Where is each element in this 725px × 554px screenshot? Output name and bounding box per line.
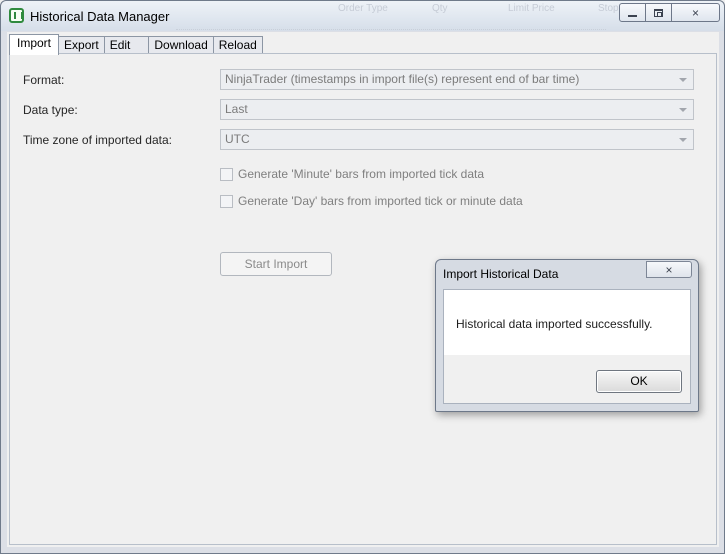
dialog-close-button[interactable]: ×: [646, 261, 692, 278]
time-zone-select[interactable]: UTC: [220, 129, 694, 150]
format-select[interactable]: NinjaTrader (timestamps in import file(s…: [220, 69, 694, 90]
import-historical-data-dialog: Import Historical Data × Historical data…: [435, 259, 699, 412]
checkbox-box[interactable]: [220, 167, 233, 181]
close-button[interactable]: ×: [671, 3, 720, 22]
ninjatrader-app-icon: [9, 8, 24, 23]
dialog-message-area: Historical data imported successfully.: [444, 290, 690, 355]
data-type-label: Data type:: [23, 103, 78, 117]
time-zone-value: UTC: [225, 132, 250, 146]
chevron-down-icon: [679, 108, 687, 112]
start-import-button[interactable]: Start Import: [220, 252, 332, 276]
background-header-order-type: Order Type: [338, 3, 388, 14]
generate-minute-bars-checkbox[interactable]: Generate 'Minute' bars from imported tic…: [220, 167, 484, 181]
restore-button[interactable]: [645, 3, 672, 22]
ok-button[interactable]: OK: [596, 370, 682, 393]
background-row: [176, 22, 606, 30]
tab-export[interactable]: Export: [58, 36, 105, 54]
window-title: Historical Data Manager: [30, 9, 170, 24]
background-header-limit-price: Limit Price: [508, 3, 555, 14]
tab-import[interactable]: Import: [9, 34, 60, 55]
restore-icon: [654, 8, 663, 17]
minimize-button[interactable]: [619, 3, 646, 22]
minimize-icon: [628, 14, 637, 17]
tab-reload[interactable]: Reload: [212, 36, 263, 54]
tab-edit[interactable]: Edit: [103, 36, 150, 54]
generate-day-bars-checkbox[interactable]: Generate 'Day' bars from imported tick o…: [220, 194, 523, 208]
dialog-title: Import Historical Data: [443, 267, 559, 281]
title-bar[interactable]: Historical Data Manager Order Type Qty L…: [1, 1, 724, 31]
time-zone-label: Time zone of imported data:: [23, 133, 172, 147]
chevron-down-icon: [679, 138, 687, 142]
close-icon: ×: [665, 262, 673, 277]
generate-minute-bars-label: Generate 'Minute' bars from imported tic…: [238, 167, 485, 181]
dialog-body: Historical data imported successfully. O…: [443, 289, 691, 404]
data-type-select[interactable]: Last: [220, 99, 694, 120]
format-value: NinjaTrader (timestamps in import file(s…: [225, 72, 580, 86]
dialog-message: Historical data imported successfully.: [456, 317, 653, 331]
tab-strip: Import Export Edit Download Reload: [9, 34, 263, 55]
generate-day-bars-label: Generate 'Day' bars from imported tick o…: [238, 194, 523, 208]
data-type-value: Last: [225, 102, 248, 116]
tab-download[interactable]: Download: [148, 36, 214, 54]
background-header-stop: Stop: [598, 3, 619, 14]
chevron-down-icon: [679, 78, 687, 82]
checkbox-box[interactable]: [220, 194, 233, 208]
close-icon: ×: [691, 5, 699, 20]
background-header-qty: Qty: [432, 3, 448, 14]
format-label: Format:: [23, 73, 65, 87]
